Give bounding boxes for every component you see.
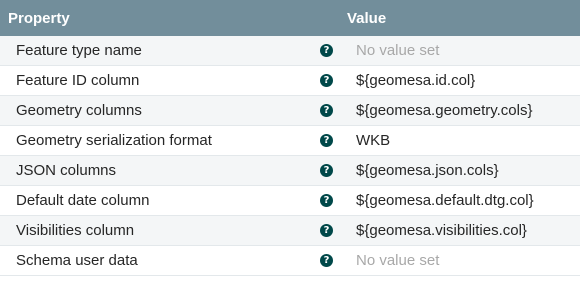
property-name: Geometry columns [16,102,142,119]
property-name: Schema user data [16,252,138,269]
value-column-header[interactable]: Value [343,10,580,27]
property-name: JSON columns [16,162,117,179]
property-name: Geometry serialization format [16,132,212,149]
property-name: Feature ID column [16,72,140,89]
properties-table: Property Value Feature type name ? No va… [0,0,580,276]
property-name: Feature type name [16,42,142,59]
property-cell: Schema user data ? [0,246,343,275]
property-value[interactable]: ${geomesa.json.cols} [343,162,580,179]
table-row[interactable]: Visibilities column ? ${geomesa.visibili… [0,216,580,246]
property-value[interactable]: ${geomesa.id.col} [343,72,580,89]
property-cell: Geometry serialization format ? [0,126,343,155]
table-row[interactable]: Feature type name ? No value set [0,36,580,66]
table-row[interactable]: Default date column ? ${geomesa.default.… [0,186,580,216]
property-cell: Feature type name ? [0,36,343,65]
property-value[interactable]: No value set [343,42,580,59]
property-cell: JSON columns ? [0,156,343,185]
help-icon[interactable]: ? [320,104,333,117]
help-icon[interactable]: ? [320,194,333,207]
help-icon[interactable]: ? [320,254,333,267]
property-value[interactable]: ${geomesa.default.dtg.col} [343,192,580,209]
help-icon[interactable]: ? [320,134,333,147]
table-row[interactable]: Schema user data ? No value set [0,246,580,276]
property-name: Default date column [16,192,150,209]
table-row[interactable]: Geometry columns ? ${geomesa.geometry.co… [0,96,580,126]
property-value[interactable]: No value set [343,252,580,269]
help-icon[interactable]: ? [320,164,333,177]
table-row[interactable]: Feature ID column ? ${geomesa.id.col} [0,66,580,96]
property-cell: Visibilities column ? [0,216,343,245]
property-value[interactable]: ${geomesa.visibilities.col} [343,222,580,239]
property-cell: Geometry columns ? [0,96,343,125]
property-value[interactable]: WKB [343,132,580,149]
table-row[interactable]: JSON columns ? ${geomesa.json.cols} [0,156,580,186]
table-body: Feature type name ? No value set Feature… [0,36,580,276]
property-cell: Default date column ? [0,186,343,215]
property-name: Visibilities column [16,222,135,239]
property-value[interactable]: ${geomesa.geometry.cols} [343,102,580,119]
table-header: Property Value [0,0,580,36]
property-column-header[interactable]: Property [0,10,343,27]
help-icon[interactable]: ? [320,44,333,57]
table-row[interactable]: Geometry serialization format ? WKB [0,126,580,156]
help-icon[interactable]: ? [320,74,333,87]
help-icon[interactable]: ? [320,224,333,237]
property-cell: Feature ID column ? [0,66,343,95]
